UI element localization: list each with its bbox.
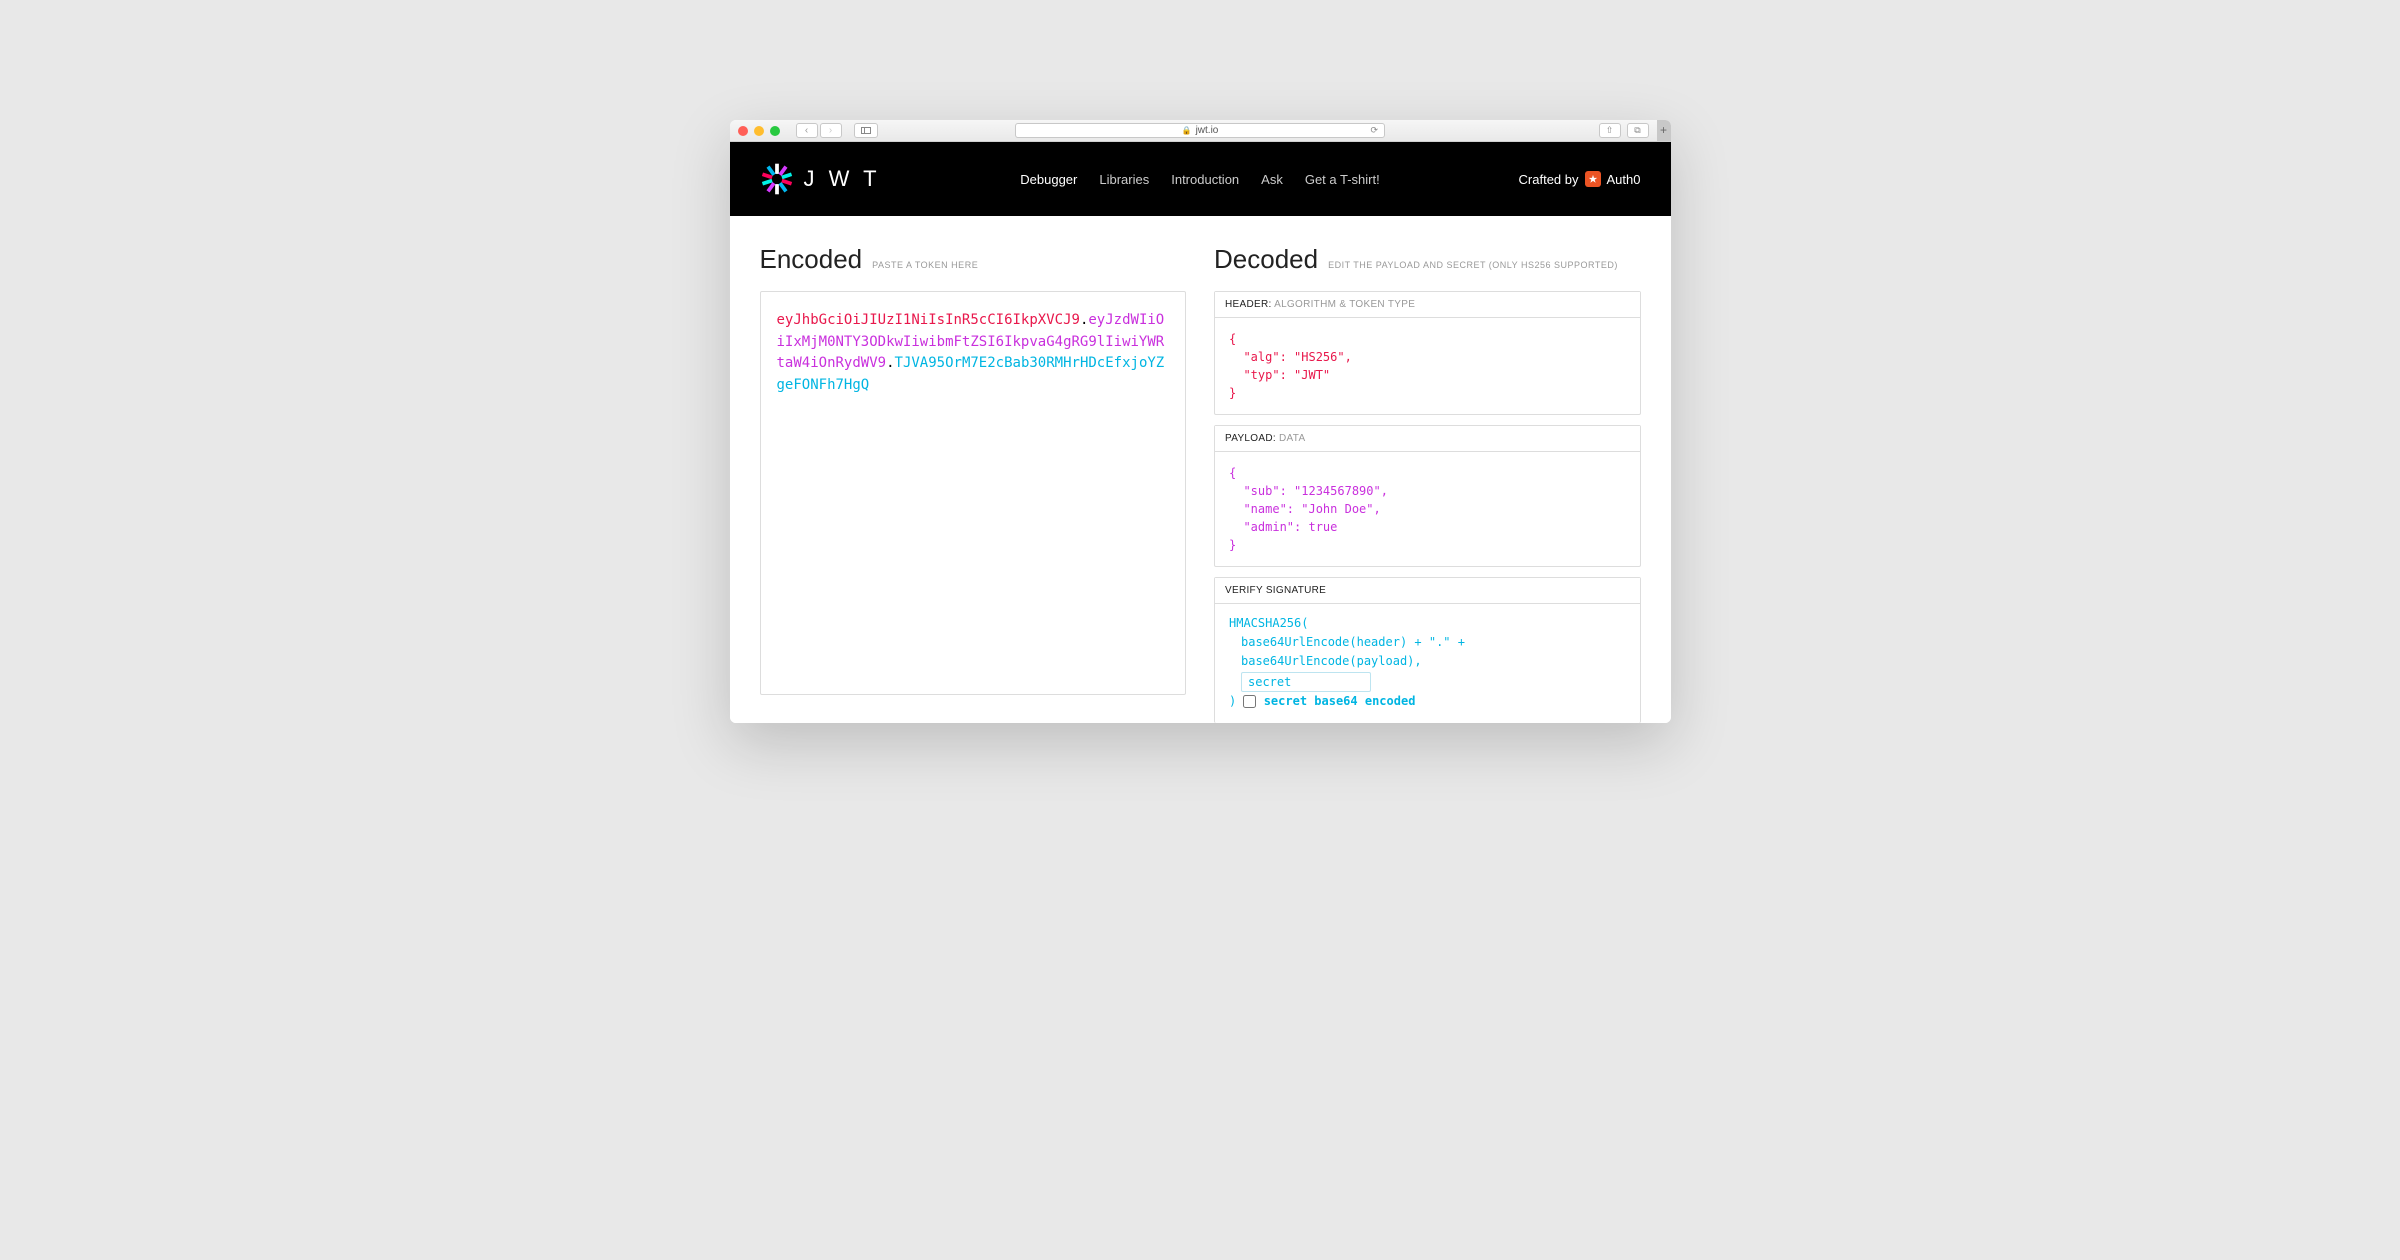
minimize-button[interactable] [754,126,764,136]
decoded-payload-section: PAYLOAD: DATA { "sub": "1234567890", "na… [1214,425,1641,567]
secret-input[interactable] [1241,672,1371,692]
token-header-part: eyJhbGciOiJIUzI1NiIsInR5cCI6IkpXVCJ9 [777,312,1080,328]
titlebar: ‹ › 🔒 jwt.io ⟳ ⇧ ⧉ + [730,120,1671,142]
nav-debugger[interactable]: Debugger [1020,172,1077,187]
encoded-column: Encoded PASTE A TOKEN HERE eyJhbGciOiJIU… [760,244,1187,723]
close-button[interactable] [738,126,748,136]
browser-window: ‹ › 🔒 jwt.io ⟳ ⇧ ⧉ + [730,120,1671,723]
encoded-token-input[interactable]: eyJhbGciOiJIUzI1NiIsInR5cCI6IkpXVCJ9.eyJ… [760,291,1187,695]
nav-buttons: ‹ › [796,123,842,138]
logo-text: J W T [804,166,881,192]
sig-close: ) [1229,694,1236,708]
jwt-logo-icon [760,162,794,196]
lock-icon: 🔒 [1182,126,1192,135]
traffic-lights [738,126,780,136]
site-header: J W T Debugger Libraries Introduction As… [730,142,1671,216]
maximize-button[interactable] [770,126,780,136]
new-tab-button[interactable]: + [1657,120,1671,141]
back-button[interactable]: ‹ [796,123,818,138]
sig-line3: base64UrlEncode(payload), [1229,652,1626,671]
decoded-title: Decoded [1214,244,1318,275]
url-bar[interactable]: 🔒 jwt.io ⟳ [1015,123,1385,138]
page-content: Encoded PASTE A TOKEN HERE eyJhbGciOiJIU… [730,216,1671,723]
decoded-payload-label: PAYLOAD: DATA [1215,426,1640,452]
decoded-header-json[interactable]: { "alg": "HS256", "typ": "JWT" } [1215,318,1640,414]
secret-base64-label: secret base64 encoded [1264,694,1416,708]
nav-links: Debugger Libraries Introduction Ask Get … [1020,172,1379,187]
sig-line2: base64UrlEncode(header) + "." + [1229,633,1626,652]
logo[interactable]: J W T [760,162,881,196]
crafted-brand: Auth0 [1607,172,1641,187]
sidebar-toggle-button[interactable] [854,123,878,138]
tabs-button[interactable]: ⧉ [1627,123,1649,138]
signature-body: HMACSHA256( base64UrlEncode(header) + ".… [1215,604,1640,723]
decoded-signature-section: VERIFY SIGNATURE HMACSHA256( base64UrlEn… [1214,577,1641,723]
sig-line1: HMACSHA256( [1229,614,1626,633]
nav-tshirt[interactable]: Get a T-shirt! [1305,172,1380,187]
share-button[interactable]: ⇧ [1599,123,1621,138]
reload-icon[interactable]: ⟳ [1370,125,1378,136]
nav-ask[interactable]: Ask [1261,172,1283,187]
encoded-title: Encoded [760,244,863,275]
decoded-signature-label: VERIFY SIGNATURE [1215,578,1640,604]
url-text: jwt.io [1196,125,1219,136]
decoded-header-section: HEADER: ALGORITHM & TOKEN TYPE { "alg": … [1214,291,1641,415]
encoded-subtitle: PASTE A TOKEN HERE [872,260,978,270]
decoded-payload-json[interactable]: { "sub": "1234567890", "name": "John Doe… [1215,452,1640,566]
crafted-label: Crafted by [1519,172,1579,187]
decoded-column: Decoded EDIT THE PAYLOAD AND SECRET (ONL… [1214,244,1641,723]
decoded-subtitle: EDIT THE PAYLOAD AND SECRET (ONLY HS256 … [1328,260,1618,270]
secret-base64-checkbox[interactable] [1243,695,1256,708]
nav-libraries[interactable]: Libraries [1099,172,1149,187]
auth0-icon [1585,171,1601,187]
crafted-by[interactable]: Crafted by Auth0 [1519,171,1641,187]
nav-introduction[interactable]: Introduction [1171,172,1239,187]
scrollbar-thumb[interactable] [1663,144,1669,200]
decoded-header-label: HEADER: ALGORITHM & TOKEN TYPE [1215,292,1640,318]
forward-button[interactable]: › [820,123,842,138]
